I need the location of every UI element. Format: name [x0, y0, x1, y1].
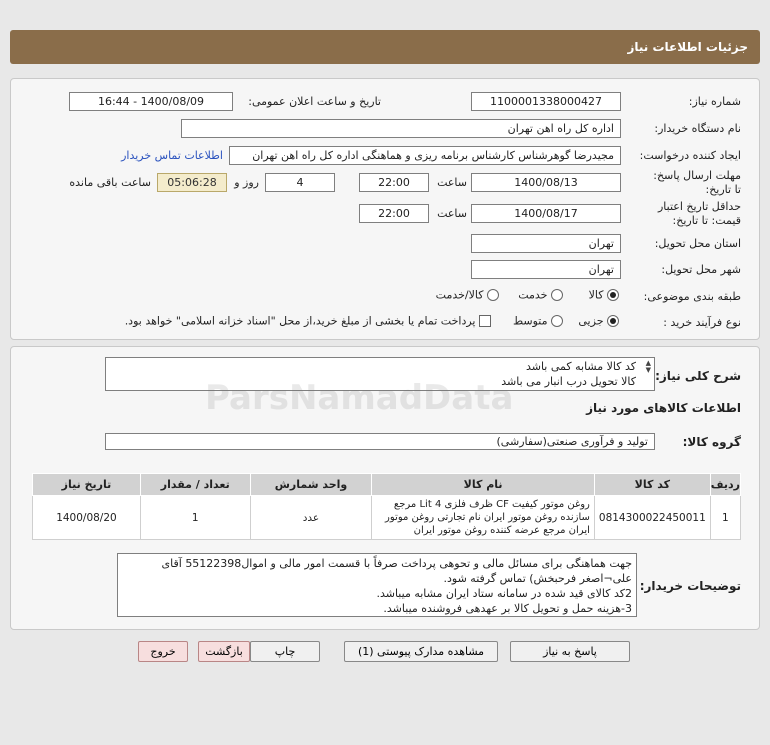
validity-date-field: 1400/08/17	[471, 204, 621, 223]
general-desc-line-1: کد کالا مشابه کمی باشد	[525, 360, 636, 373]
general-desc-label: شرح کلی نیاز:	[655, 369, 741, 383]
cell-unit: عدد	[249, 495, 373, 540]
col-unit: واحد شمارش	[249, 473, 373, 496]
page-title: جزئیات اطلاعات نیاز	[627, 40, 748, 54]
delivery-province-label: استان محل تحویل:	[654, 237, 741, 250]
category-label: طبقه بندی موضوعی:	[643, 290, 741, 303]
need-number-label: شماره نیاز:	[688, 95, 741, 108]
reply-date-field: 1400/08/13	[471, 173, 621, 192]
need-number-field: 1100001338000427	[471, 92, 621, 111]
buyer-org-label: نام دستگاه خریدار:	[654, 122, 741, 135]
category-option-goods-service[interactable]: کالا/خدمت	[436, 288, 499, 302]
goods-table: ردیف کد کالا نام کالا واحد شمارش تعداد /…	[32, 473, 742, 540]
print-button[interactable]: چاپ	[250, 641, 320, 662]
process-label: نوع فرآیند خرید :	[663, 316, 741, 329]
remaining-time-field: 05:06:28	[157, 173, 227, 192]
announce-field: 1400/08/09 - 16:44	[69, 92, 233, 111]
goods-group-label: گروه کالا:	[682, 435, 741, 449]
radio-minor[interactable]	[607, 315, 619, 327]
reply-button[interactable]: پاسخ به نیاز	[510, 641, 630, 662]
exit-button[interactable]: خروج	[138, 641, 188, 662]
general-desc-field: کد کالا مشابه کمی باشد کالا تحویل درب ان…	[105, 357, 655, 391]
need-info-panel: شماره نیاز: 1100001338000427 تاریخ و ساع…	[10, 78, 760, 340]
back-button[interactable]: بازگشت	[198, 641, 250, 662]
process-option-medium[interactable]: متوسط	[513, 314, 563, 328]
remaining-label: ساعت باقی مانده	[69, 176, 151, 189]
delivery-city-label: شهر محل تحویل:	[661, 263, 741, 276]
cell-date: 1400/08/20	[32, 495, 141, 540]
buyer-notes-label: توضیحات خریدار:	[639, 579, 741, 593]
goods-table-header: ردیف کد کالا نام کالا واحد شمارش تعداد /…	[32, 473, 742, 496]
scroll-arrows-icon[interactable]: ▲ ▼	[646, 360, 651, 374]
col-name: نام کالا	[371, 473, 595, 496]
cell-code: 0814300022450011	[593, 495, 711, 540]
radio-goods[interactable]	[607, 289, 619, 301]
days-label: روز و	[234, 176, 259, 189]
reply-time-label: ساعت	[437, 176, 467, 189]
buyer-notes-field: جهت هماهنگی برای مسائل مالی و تحوهی پردا…	[117, 553, 637, 617]
validity-time-field: 22:00	[359, 204, 429, 223]
page-header: جزئیات اطلاعات نیاز	[10, 30, 760, 64]
cell-qty: 1	[139, 495, 251, 540]
creator-field: مجیدرضا گوهرشناس کارشناس برنامه ریزی و ه…	[229, 146, 621, 165]
cell-name: روغن موتور کیفیت CF ظرف فلزی 4 Lit مرجع …	[371, 495, 595, 540]
need-details-panel: شرح کلی نیاز: کد کالا مشابه کمی باشد کال…	[10, 346, 760, 630]
delivery-city-field: تهران	[471, 260, 621, 279]
announce-label: تاریخ و ساعت اعلان عمومی:	[248, 95, 381, 108]
col-date: تاریخ نیاز	[32, 473, 141, 496]
category-option-goods[interactable]: کالا	[589, 288, 619, 302]
general-desc-line-2: کالا تحویل درب انبار می باشد	[501, 375, 636, 388]
col-qty: تعداد / مقدار	[139, 473, 251, 496]
goods-info-title: اطلاعات کالاهای مورد نیاز	[586, 401, 741, 415]
reply-time-field: 22:00	[359, 173, 429, 192]
goods-group-field: تولید و فرآوری صنعتی(سفارشی)	[105, 433, 655, 450]
treasury-checkbox[interactable]	[479, 315, 491, 327]
creator-label: ایجاد کننده درخواست:	[639, 149, 741, 162]
radio-medium[interactable]	[551, 315, 563, 327]
validity-time-label: ساعت	[437, 207, 467, 220]
col-row: ردیف	[709, 473, 742, 496]
table-row: 1 0814300022450011 روغن موتور کیفیت CF ظ…	[32, 495, 742, 540]
radio-goods-service[interactable]	[487, 289, 499, 301]
contact-info-link[interactable]: اطلاعات تماس خریدار	[121, 149, 223, 162]
days-field: 4	[265, 173, 335, 192]
view-attachments-button[interactable]: مشاهده مدارک پیوستی (1)	[344, 641, 498, 662]
cell-row: 1	[709, 495, 742, 540]
delivery-province-field: تهران	[471, 234, 621, 253]
buyer-org-field: اداره کل راه اهن تهران	[181, 119, 621, 138]
price-validity-label: حداقل تاریخ اعتبار قیمت: تا تاریخ:	[657, 200, 741, 227]
radio-service[interactable]	[551, 289, 563, 301]
process-option-minor[interactable]: جزیی	[578, 314, 619, 328]
col-code: کد کالا	[593, 473, 711, 496]
reply-deadline-label: مهلت ارسال پاسخ: تا تاریخ:	[653, 169, 741, 196]
treasury-option[interactable]: پرداخت تمام یا بخشی از مبلغ خرید،از محل …	[125, 314, 491, 328]
category-option-service[interactable]: خدمت	[518, 288, 563, 302]
